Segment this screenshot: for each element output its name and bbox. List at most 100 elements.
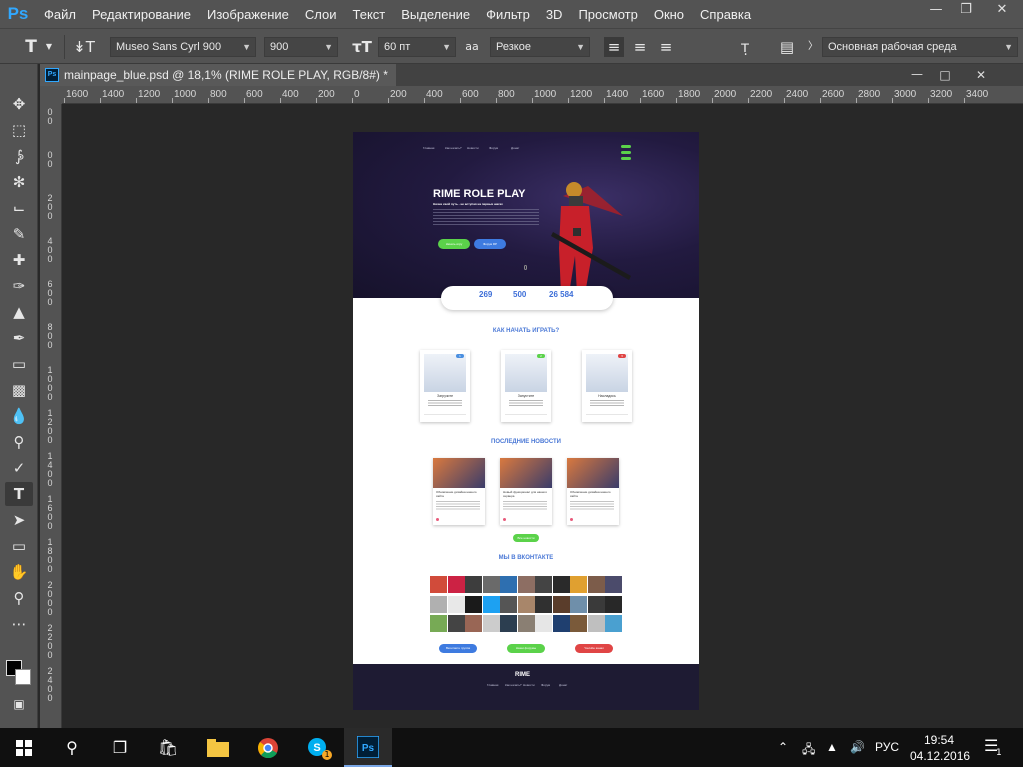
vk-member-avatar[interactable] (482, 615, 500, 632)
footer-nav-item[interactable]: Главная (487, 683, 498, 687)
menu-item[interactable]: Файл (36, 7, 84, 22)
vk-member-avatar[interactable] (552, 615, 570, 632)
pen-tool-icon[interactable]: ✓ (5, 456, 33, 480)
document-tab[interactable]: Ps mainpage_blue.psd @ 18,1% (RIME ROLE … (40, 64, 396, 86)
volume-icon[interactable]: 🔊 (850, 740, 865, 754)
doc-minimize-button[interactable]: — (906, 64, 928, 86)
minimize-window-button[interactable]: — (921, 0, 951, 22)
align-right-icon[interactable]: ≡ (656, 37, 676, 57)
healing-brush-tool-icon[interactable]: ✚ (5, 248, 33, 272)
marquee-tool-icon[interactable]: ⬚ (5, 118, 33, 142)
vk-member-avatar[interactable] (587, 615, 605, 632)
vk-member-avatar[interactable] (500, 576, 517, 593)
tool-preset-chevron-icon[interactable]: ▼ (44, 37, 54, 57)
menu-item[interactable]: 3D (538, 7, 571, 22)
vk-member-avatar[interactable] (587, 595, 605, 613)
task-view-icon[interactable]: ❐ (96, 728, 144, 767)
footer-nav-item[interactable]: Форум (541, 683, 550, 687)
antialias-select[interactable]: Резкое ▼ (490, 37, 590, 57)
vk-member-avatar[interactable] (552, 576, 570, 593)
step-card[interactable]: 1 Загрузите (420, 350, 470, 422)
background-color-swatch[interactable] (15, 669, 31, 685)
blur-tool-icon[interactable]: 💧 (5, 404, 33, 428)
font-family-select[interactable]: Museo Sans Cyrl 900 ▼ (110, 37, 256, 57)
clone-stamp-tool-icon[interactable]: ▲ (5, 300, 33, 324)
character-panel-icon[interactable]: ▤ (776, 37, 798, 57)
site-nav-item[interactable]: Форум (489, 146, 498, 150)
step-card[interactable]: 3 Насладись (582, 350, 632, 422)
language-indicator[interactable]: РУС (875, 740, 899, 754)
play-button[interactable]: Начать игру (438, 239, 470, 249)
crop-tool-icon[interactable]: ⌙ (5, 196, 33, 220)
vk-member-avatar[interactable] (570, 595, 587, 613)
doc-maximize-button[interactable]: □ (934, 64, 956, 86)
vk-member-avatar[interactable] (430, 615, 447, 632)
vk-member-avatar[interactable] (535, 615, 552, 632)
warp-text-icon[interactable]: т̣ (734, 37, 756, 57)
clock-time[interactable]: 19:54 (924, 733, 954, 747)
quick-selection-tool-icon[interactable]: ✻ (5, 170, 33, 194)
vk-member-avatar[interactable] (447, 576, 465, 593)
file-explorer-icon[interactable] (194, 728, 242, 767)
footer-nav-item[interactable]: Как начать? (505, 683, 522, 687)
vk-member-avatar[interactable] (465, 576, 482, 593)
skype-icon[interactable]: S 1 (294, 728, 342, 767)
vk-member-avatar[interactable] (430, 595, 447, 613)
dodge-tool-icon[interactable]: ⚲ (5, 430, 33, 454)
site-nav-item[interactable]: Главная (423, 146, 434, 150)
step-card[interactable]: 2 Запустите (501, 350, 551, 422)
vk-link-button[interactable]: Youtube канал (575, 644, 613, 653)
vk-member-avatar[interactable] (517, 576, 535, 593)
text-tool-icon[interactable]: T (20, 37, 42, 57)
drive-sync-icon[interactable]: ▲ (826, 740, 838, 754)
menu-item[interactable]: Редактирование (84, 7, 199, 22)
footer-nav-item[interactable]: Новости (523, 683, 535, 687)
vk-member-avatar[interactable] (447, 595, 465, 613)
vk-member-avatar[interactable] (587, 576, 605, 593)
forum-button[interactable]: Форум RP (474, 239, 506, 249)
menu-item[interactable]: Фильтр (478, 7, 538, 22)
eyedropper-tool-icon[interactable]: ✎ (5, 222, 33, 246)
news-card[interactable]: Обновление дизайна нашего сайта (567, 458, 619, 525)
vk-link-button[interactable]: Вконтакте группа (439, 644, 477, 653)
gradient-tool-icon[interactable]: ▩ (5, 378, 33, 402)
rectangle-tool-icon[interactable]: ▭ (5, 534, 33, 558)
menu-item[interactable]: Просмотр (570, 7, 645, 22)
vk-member-avatar[interactable] (605, 576, 622, 593)
menu-item[interactable]: Справка (692, 7, 759, 22)
vk-member-avatar[interactable] (517, 615, 535, 632)
store-icon[interactable]: 🛍 (144, 728, 192, 767)
menu-item[interactable]: Окно (646, 7, 692, 22)
menu-item[interactable]: Текст (345, 7, 394, 22)
vk-member-avatar[interactable] (482, 595, 500, 613)
news-card[interactable]: Обновление дизайна нашего сайта (433, 458, 485, 525)
site-nav-item[interactable]: Донат (511, 146, 519, 150)
menu-item[interactable]: Изображение (199, 7, 297, 22)
vk-member-avatar[interactable] (500, 615, 517, 632)
menu-item[interactable]: Выделение (393, 7, 478, 22)
site-nav-item[interactable]: Новости (467, 146, 479, 150)
vk-link-button[interactable]: Наши форумы (507, 644, 545, 653)
clock-date[interactable]: 04.12.2016 (910, 749, 970, 763)
vk-member-avatar[interactable] (482, 576, 500, 593)
news-card[interactable]: Новый функционал для нашего сервера (500, 458, 552, 525)
zoom-tool-icon[interactable]: ⚲ (5, 586, 33, 610)
vk-member-avatar[interactable] (552, 595, 570, 613)
menu-item[interactable]: Слои (297, 7, 345, 22)
vk-member-avatar[interactable] (500, 595, 517, 613)
path-selection-tool-icon[interactable]: ➤ (5, 508, 33, 532)
show-hidden-icons[interactable]: ⌃ (778, 740, 788, 754)
photoshop-taskbar-icon[interactable]: Ps (344, 728, 392, 767)
more-tools-icon[interactable]: ⋯ (5, 612, 33, 636)
hand-tool-icon[interactable]: ✋ (5, 560, 33, 584)
vk-member-avatar[interactable] (465, 615, 482, 632)
all-news-button[interactable]: Все новости (513, 534, 539, 542)
vk-member-avatar[interactable] (570, 615, 587, 632)
network-icon[interactable]: 🖧 (802, 740, 815, 761)
quick-mask-icon[interactable]: ▣ (5, 692, 33, 716)
align-left-icon[interactable]: ≡ (604, 37, 624, 57)
vk-member-avatar[interactable] (465, 595, 482, 613)
restore-window-button[interactable]: ❐ (951, 0, 981, 22)
vk-member-avatar[interactable] (430, 576, 447, 593)
site-nav-item[interactable]: Как начать? (445, 146, 462, 150)
